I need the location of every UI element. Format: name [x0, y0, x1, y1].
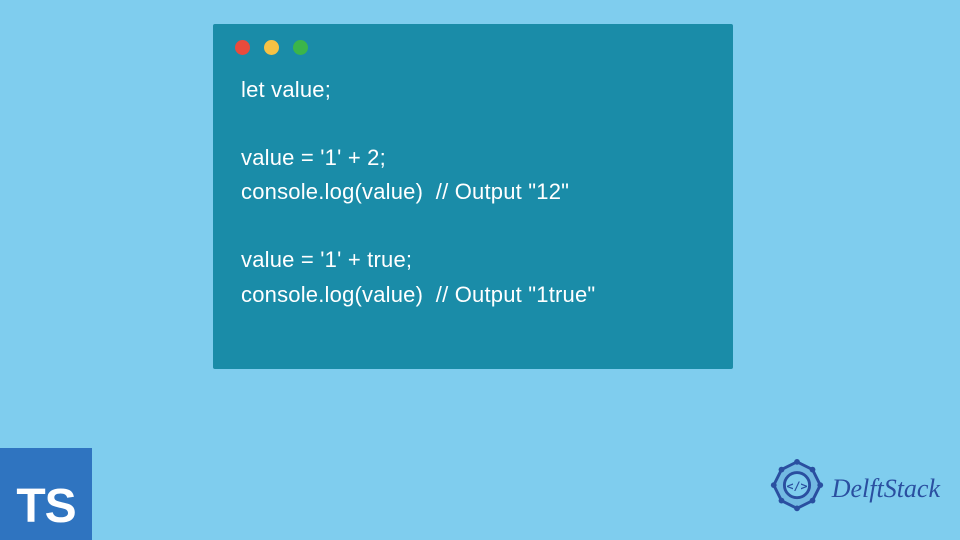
traffic-lights	[213, 24, 733, 55]
typescript-badge: TS	[0, 448, 92, 540]
code-window: let value; value = '1' + 2; console.log(…	[213, 24, 733, 369]
traffic-light-green	[293, 40, 308, 55]
delftstack-brand: </> DelftStack	[766, 458, 940, 520]
typescript-label: TS	[16, 479, 75, 534]
traffic-light-red	[235, 40, 250, 55]
code-content: let value; value = '1' + 2; console.log(…	[213, 55, 733, 312]
delftstack-label: DelftStack	[832, 474, 940, 504]
delftstack-logo-icon: </>	[766, 458, 828, 520]
traffic-light-yellow	[264, 40, 279, 55]
svg-text:</>: </>	[786, 479, 807, 493]
